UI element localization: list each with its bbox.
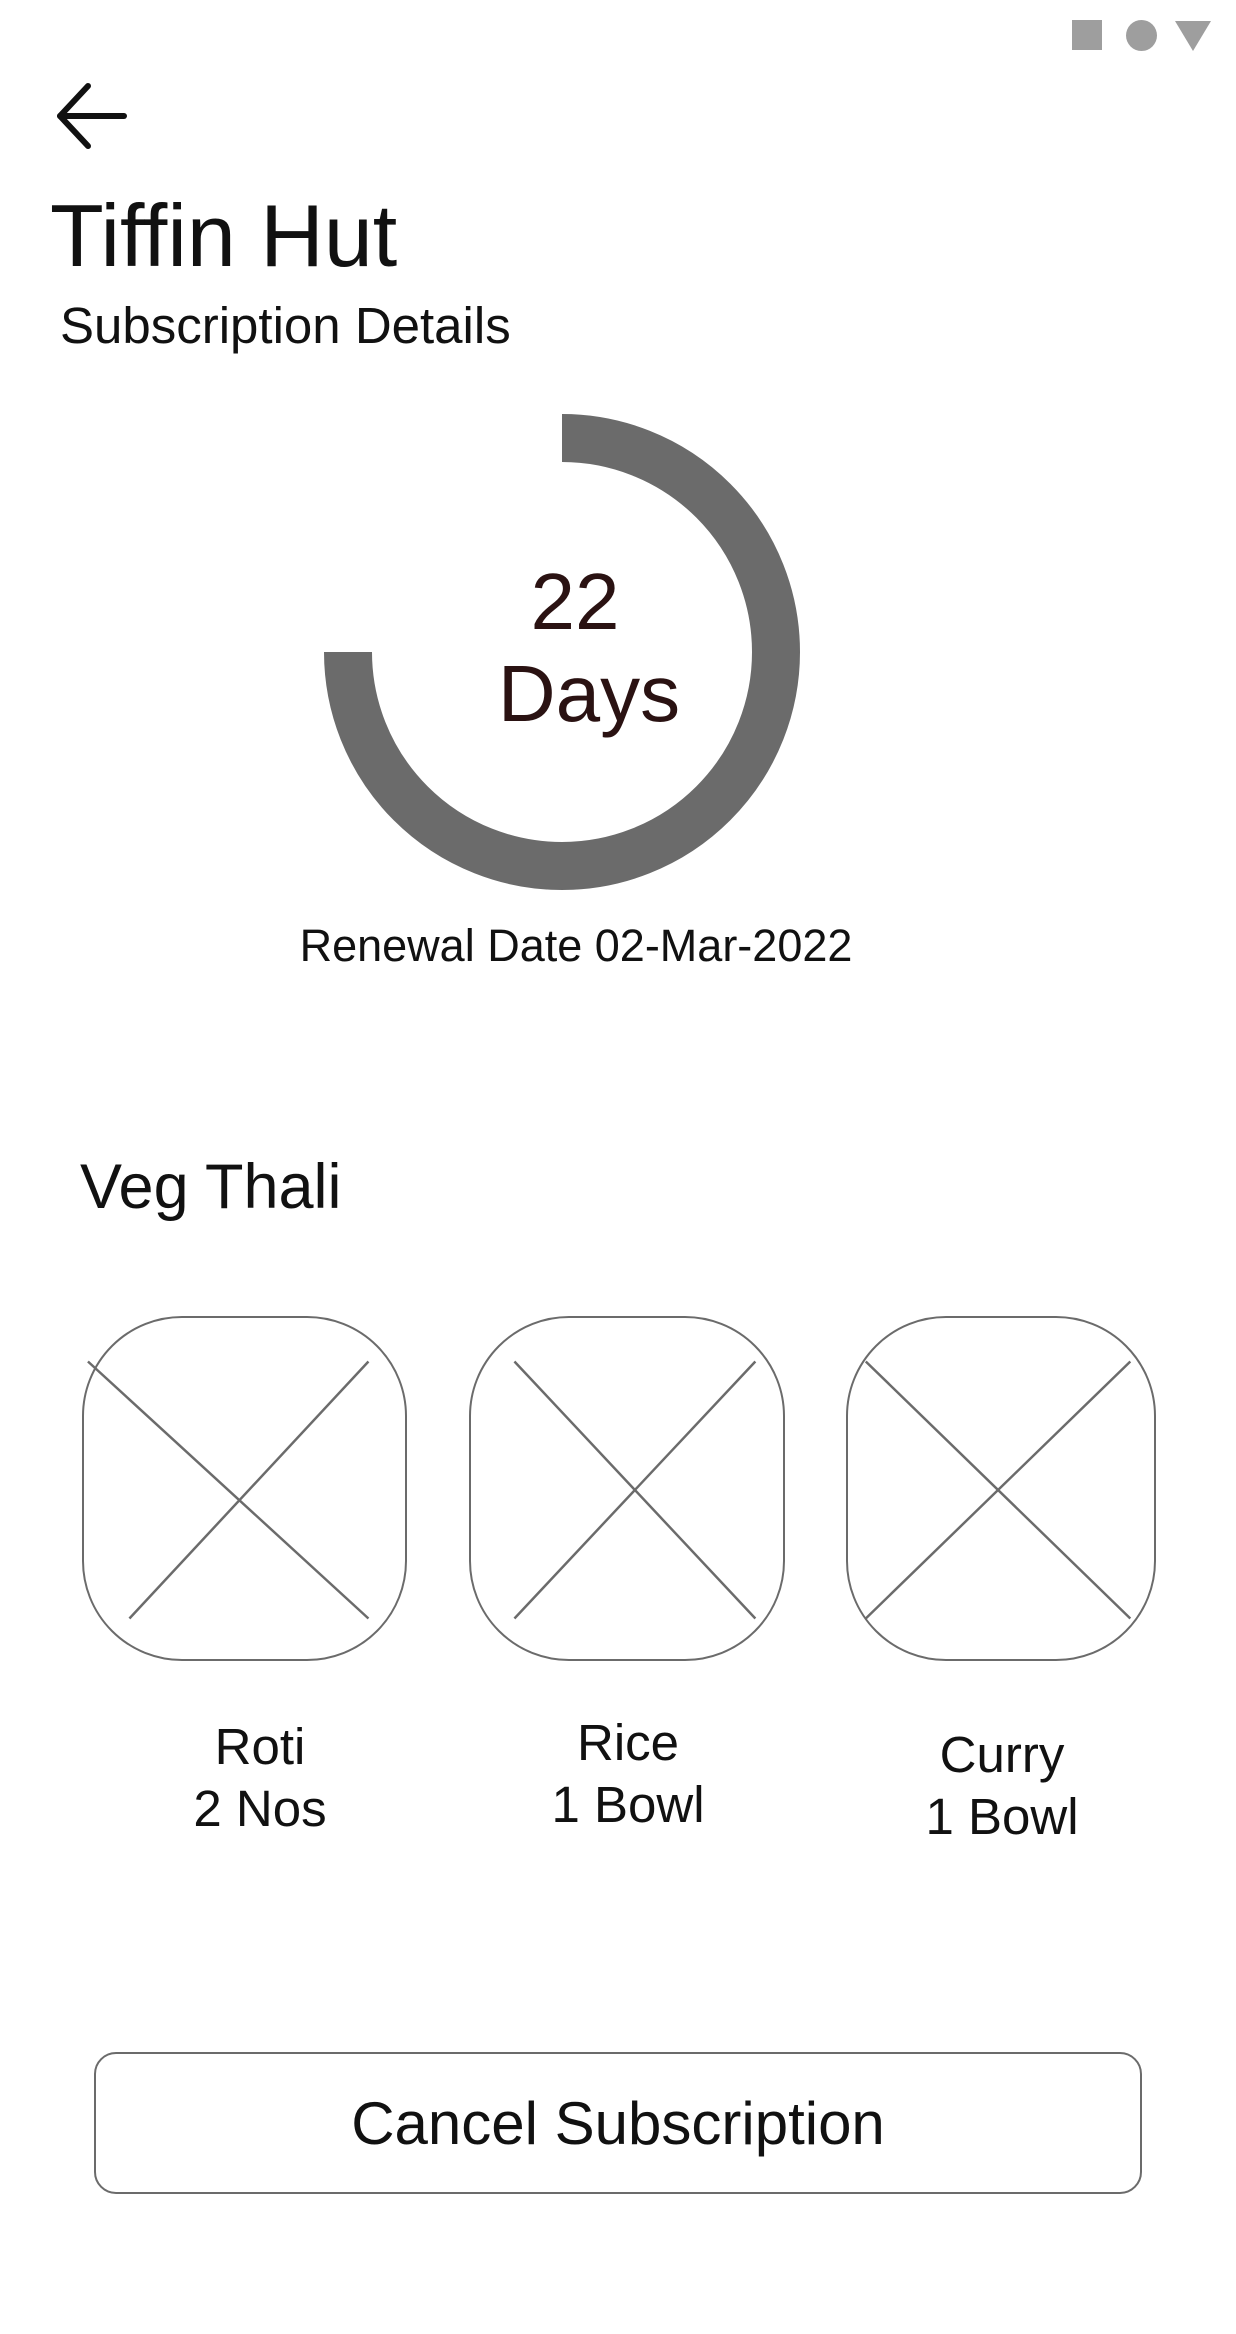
image-placeholder-icon [87, 1360, 370, 1620]
item-roti: Roti 2 Nos [160, 1716, 360, 1840]
back-button[interactable] [50, 76, 140, 166]
days-remaining-label: Days [497, 649, 681, 738]
status-triangle-icon [1175, 21, 1211, 51]
image-placeholder-icon [513, 1360, 757, 1620]
status-square-icon [1072, 20, 1102, 50]
days-remaining: 22 Days [440, 556, 710, 740]
item-quantity: 1 Bowl [551, 1776, 705, 1833]
image-placeholder-icon [864, 1360, 1132, 1620]
renewal-label: Renewal Date [299, 920, 583, 971]
page-subtitle: Subscription Details [60, 297, 511, 354]
arrow-left-icon [57, 83, 127, 149]
renewal-date: 02-Mar-2022 [594, 920, 853, 971]
curry-image[interactable] [846, 1316, 1156, 1661]
item-name: Rice [576, 1714, 680, 1771]
item-quantity: 1 Bowl [925, 1788, 1079, 1845]
item-name: Roti [214, 1718, 306, 1775]
item-curry: Curry 1 Bowl [902, 1724, 1102, 1848]
meal-name: Veg Thali [80, 1152, 342, 1222]
app-title: Tiffin Hut [50, 186, 398, 285]
item-rice: Rice 1 Bowl [528, 1712, 728, 1836]
cancel-subscription-button[interactable]: Cancel Subscription [94, 2052, 1142, 2194]
status-circle-icon [1126, 20, 1157, 51]
days-remaining-number: 22 [530, 557, 620, 646]
rice-image[interactable] [469, 1316, 785, 1661]
item-quantity: 2 Nos [193, 1780, 327, 1837]
item-name: Curry [939, 1726, 1065, 1783]
roti-image[interactable] [82, 1316, 407, 1661]
renewal-date-text: Renewal Date 02-Mar-2022 [0, 918, 1152, 974]
